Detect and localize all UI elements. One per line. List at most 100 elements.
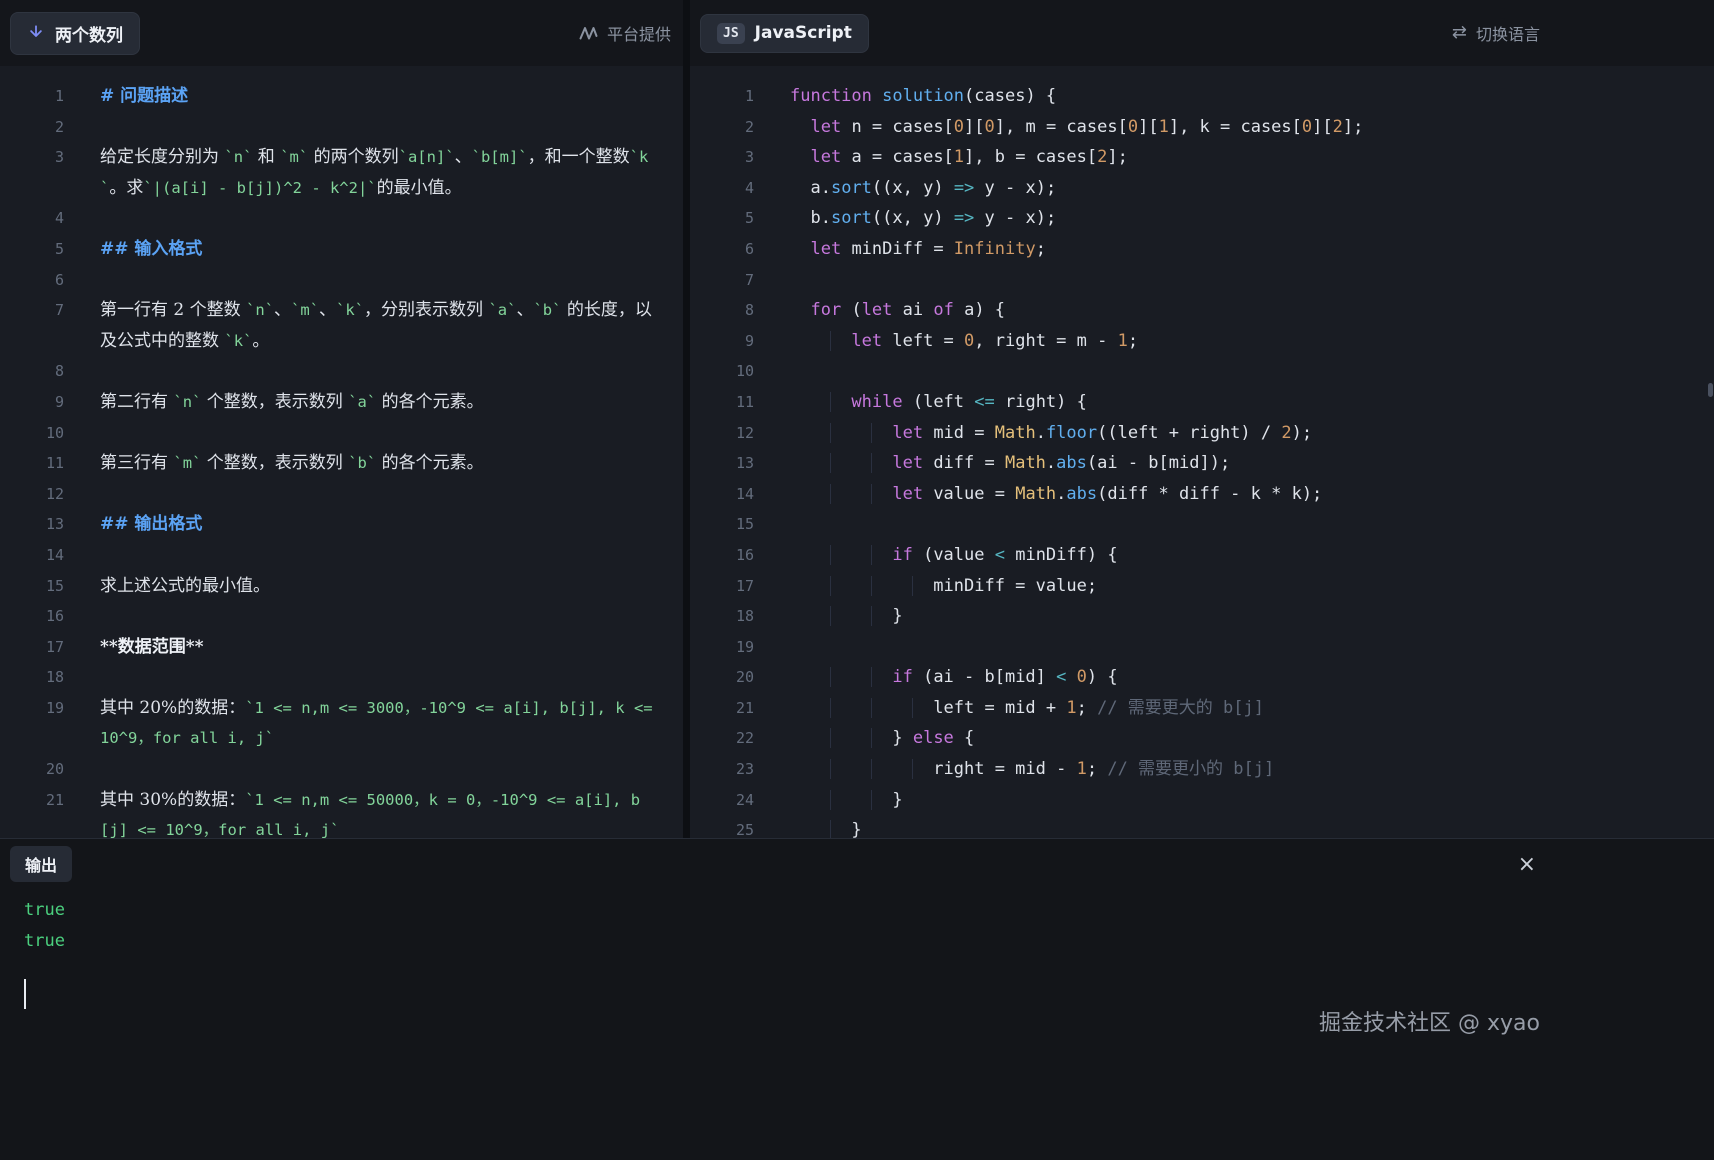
- code-line: 1function solution(cases) {: [690, 81, 1714, 112]
- code-line: 3 let a = cases[1], b = cases[2];: [690, 142, 1714, 173]
- line-content: b.sort((x, y) => y - x);: [754, 203, 1714, 234]
- line-content: a.sort((x, y) => y - x);: [754, 173, 1714, 204]
- line-number: 12: [0, 479, 64, 510]
- line-number: 25: [690, 815, 754, 838]
- line-number: 17: [0, 632, 64, 663]
- platform-provider: 平台提供: [579, 21, 671, 45]
- code-line: 21 left = mid + 1; // 需要更大的 b[j]: [690, 693, 1714, 724]
- markdown-line: 21其中 30%的数据：`1 <= n,m <= 50000，k = 0，-10…: [0, 785, 683, 838]
- markdown-line: 14: [0, 540, 683, 571]
- line-number: 8: [0, 356, 64, 387]
- code-line: 14 let value = Math.abs(diff * diff - k …: [690, 479, 1714, 510]
- line-number: 7: [690, 265, 754, 296]
- markdown-line: 15求上述公式的最小值。: [0, 571, 683, 602]
- line-number: 19: [690, 632, 754, 663]
- line-content: [754, 356, 1714, 387]
- line-number: 9: [0, 387, 64, 418]
- line-number: 4: [0, 203, 64, 234]
- line-content: [64, 601, 683, 632]
- platform-provider-label: 平台提供: [607, 21, 671, 45]
- line-number: 22: [690, 723, 754, 754]
- line-content: let left = 0, right = m - 1;: [754, 326, 1714, 357]
- close-icon[interactable]: ×: [1518, 854, 1536, 876]
- markdown-line: 11第三行有 `m` 个整数，表示数列 `b` 的各个元素。: [0, 448, 683, 479]
- line-number: 2: [690, 112, 754, 143]
- line-content: [64, 418, 683, 449]
- code-line: 2 let n = cases[0][0], m = cases[0][1], …: [690, 112, 1714, 143]
- line-number: 18: [0, 662, 64, 693]
- line-number: 11: [690, 387, 754, 418]
- code-line: 11 while (left <= right) {: [690, 387, 1714, 418]
- problem-content[interactable]: 1# 问题描述23给定长度分别为 `n` 和 `m` 的两个数列`a[n]`、`…: [0, 66, 683, 838]
- line-content: left = mid + 1; // 需要更大的 b[j]: [754, 693, 1714, 724]
- line-number: 16: [690, 540, 754, 571]
- line-content: while (left <= right) {: [754, 387, 1714, 418]
- code-line: 12 let mid = Math.floor((left + right) /…: [690, 418, 1714, 449]
- line-number: 1: [0, 81, 64, 112]
- line-number: 13: [0, 509, 64, 540]
- code-line: 20 if (ai - b[mid] < 0) {: [690, 662, 1714, 693]
- panel-divider[interactable]: [683, 0, 690, 838]
- line-content: [754, 509, 1714, 540]
- line-number: 10: [0, 418, 64, 449]
- line-number: 19: [0, 693, 64, 724]
- line-content: ## 输出格式: [64, 509, 683, 540]
- line-content: let value = Math.abs(diff * diff - k * k…: [754, 479, 1714, 510]
- line-number: 20: [0, 754, 64, 785]
- problem-header: 两个数列 平台提供: [0, 0, 683, 66]
- line-number: 15: [690, 509, 754, 540]
- code-line: 22 } else {: [690, 723, 1714, 754]
- switch-language-button[interactable]: ⇄ 切换语言: [1452, 21, 1540, 45]
- markdown-line: 17**数据范围**: [0, 632, 683, 663]
- line-content: 第二行有 `n` 个整数，表示数列 `a` 的各个元素。: [64, 387, 683, 418]
- line-content: function solution(cases) {: [754, 81, 1714, 112]
- markdown-line: 9第二行有 `n` 个整数，表示数列 `a` 的各个元素。: [0, 387, 683, 418]
- text-cursor: [24, 979, 26, 1009]
- line-content: ## 输入格式: [64, 234, 683, 265]
- markdown-line: 7第一行有 2 个整数 `n`、`m`、`k`，分别表示数列 `a`、`b` 的…: [0, 295, 683, 356]
- markdown-line: 6: [0, 265, 683, 296]
- line-content: }: [754, 601, 1714, 632]
- watermark: 掘金技术社区 @ xyao: [1319, 1005, 1540, 1037]
- code-line: 5 b.sort((x, y) => y - x);: [690, 203, 1714, 234]
- code-line: 10: [690, 356, 1714, 387]
- code-line: 18 }: [690, 601, 1714, 632]
- markdown-line: 10: [0, 418, 683, 449]
- line-content: 求上述公式的最小值。: [64, 571, 683, 602]
- js-icon: JS: [717, 23, 745, 44]
- line-content: **数据范围**: [64, 632, 683, 663]
- line-content: 第一行有 2 个整数 `n`、`m`、`k`，分别表示数列 `a`、`b` 的长…: [64, 295, 683, 356]
- line-content: # 问题描述: [64, 81, 683, 112]
- line-content: [64, 112, 683, 143]
- line-content: } else {: [754, 723, 1714, 754]
- code-line: 6 let minDiff = Infinity;: [690, 234, 1714, 265]
- output-content[interactable]: truetrue: [0, 885, 1714, 1009]
- problem-title-chip[interactable]: 两个数列: [10, 12, 140, 55]
- markdown-line: 20: [0, 754, 683, 785]
- scrollbar-thumb[interactable]: [1708, 383, 1713, 397]
- line-number: 4: [690, 173, 754, 204]
- line-number: 1: [690, 81, 754, 112]
- code-content[interactable]: 1function solution(cases) {2 let n = cas…: [690, 66, 1714, 838]
- code-line: 9 let left = 0, right = m - 1;: [690, 326, 1714, 357]
- line-content: [754, 265, 1714, 296]
- line-number: 8: [690, 295, 754, 326]
- line-content: let n = cases[0][0], m = cases[0][1], k …: [754, 112, 1714, 143]
- line-number: 21: [690, 693, 754, 724]
- language-chip[interactable]: JS JavaScript: [700, 14, 869, 53]
- line-content: 第三行有 `m` 个整数，表示数列 `b` 的各个元素。: [64, 448, 683, 479]
- line-number: 20: [690, 662, 754, 693]
- problem-panel: 两个数列 平台提供 1# 问题描述23给定长度分别为 `n` 和 `m` 的两个…: [0, 0, 683, 838]
- markdown-line: 18: [0, 662, 683, 693]
- editors-region: 两个数列 平台提供 1# 问题描述23给定长度分别为 `n` 和 `m` 的两个…: [0, 0, 1714, 838]
- line-content: right = mid - 1; // 需要更小的 b[j]: [754, 754, 1714, 785]
- line-content: }: [754, 815, 1714, 838]
- code-line: 8 for (let ai of a) {: [690, 295, 1714, 326]
- line-number: 2: [0, 112, 64, 143]
- line-number: 10: [690, 356, 754, 387]
- line-content: if (value < minDiff) {: [754, 540, 1714, 571]
- output-tab[interactable]: 输出: [10, 846, 72, 882]
- line-number: 7: [0, 295, 64, 326]
- app-root: 两个数列 平台提供 1# 问题描述23给定长度分别为 `n` 和 `m` 的两个…: [0, 0, 1714, 1160]
- output-line: true: [24, 895, 1690, 926]
